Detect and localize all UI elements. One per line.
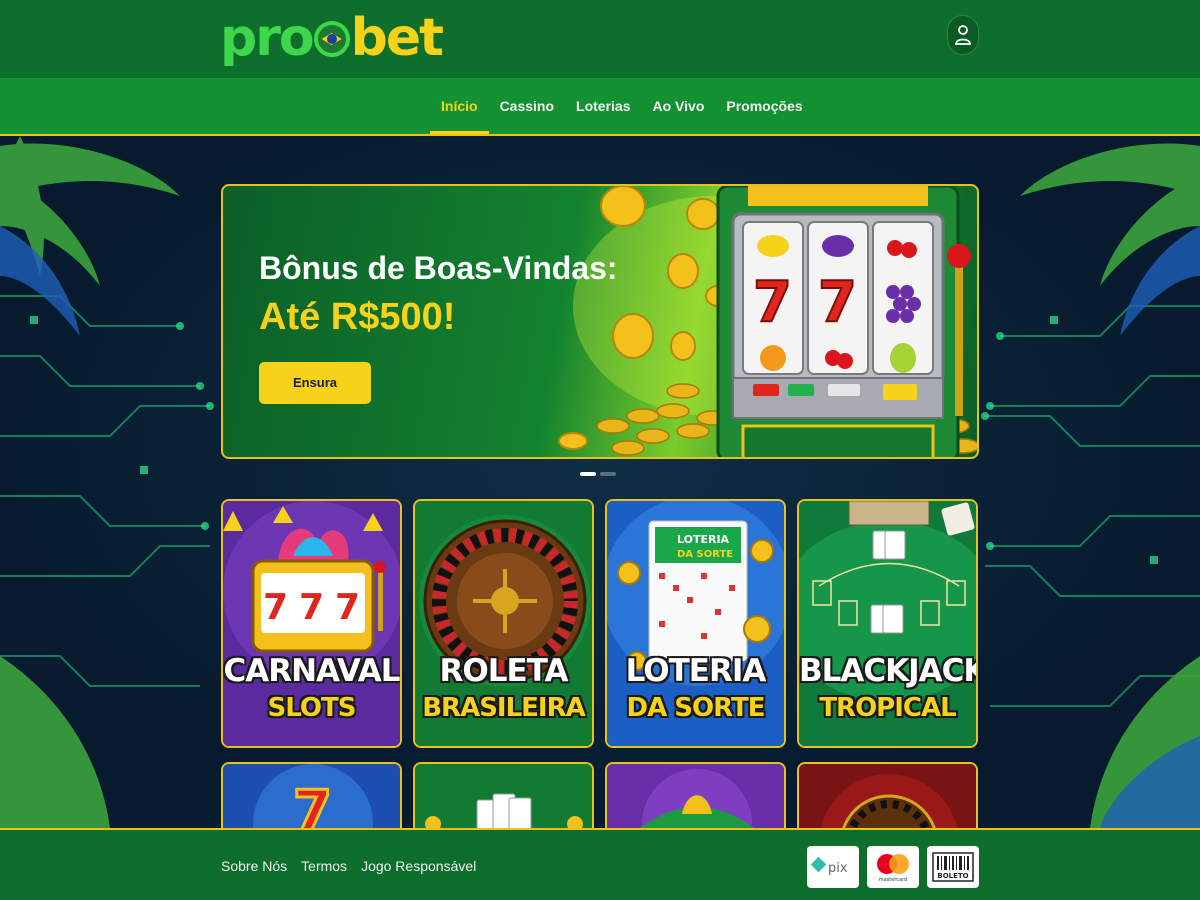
svg-text:7: 7 <box>753 270 792 335</box>
game-title-line2: SLOTS <box>267 693 357 723</box>
card-game-art <box>415 764 592 828</box>
payment-boleto: BOLETO <box>927 846 979 888</box>
roulette-art <box>799 764 976 828</box>
nav-item-inicio[interactable]: Início <box>430 78 489 134</box>
user-account-button[interactable] <box>947 15 979 55</box>
hero-title: Bônus de Boas-Vindas: <box>259 250 618 286</box>
carnival-mask-art <box>607 764 784 828</box>
brazil-globe-icon <box>313 21 350 57</box>
svg-text:7: 7 <box>818 270 857 335</box>
footer-link-termos[interactable]: Termos <box>301 830 347 900</box>
pix-icon: pix <box>810 856 848 876</box>
svg-text:7: 7 <box>299 587 324 628</box>
footer-link-jogo-responsavel[interactable]: Jogo Responsável <box>361 830 476 900</box>
main-navigation: Início Cassino Loterias Ao Vivo Promoçõe… <box>0 78 1200 136</box>
nav-item-loterias[interactable]: Loterias <box>565 78 641 134</box>
nav-item-ao-vivo[interactable]: Ao Vivo <box>642 78 716 134</box>
carousel-indicators <box>580 472 616 476</box>
footer-links: Sobre Nós Termos Jogo Responsável <box>221 830 476 900</box>
game-card-partial-4[interactable] <box>797 762 978 828</box>
nav-item-promocoes[interactable]: Promoções <box>715 78 813 134</box>
slot-machine-illustration: 7 7 <box>558 186 977 457</box>
game-title-line1: LOTERIA <box>625 653 767 689</box>
svg-text:BOLETO: BOLETO <box>937 872 968 880</box>
nav-item-cassino[interactable]: Cassino <box>489 78 565 134</box>
svg-text:7: 7 <box>263 587 288 628</box>
svg-text:DA SORTE: DA SORTE <box>677 549 733 560</box>
mastercard-icon: mastercard <box>877 854 909 883</box>
game-title-line1: BLACKJACK <box>799 653 978 689</box>
svg-text:LOTERIA: LOTERIA <box>677 533 730 546</box>
game-card-blackjack-tropical[interactable]: BLACKJACK TROPICAL <box>797 499 978 748</box>
game-title-line2: TROPICAL <box>819 693 956 723</box>
carousel-dot-2[interactable] <box>600 472 616 476</box>
game-card-loteria-da-sorte[interactable]: LOTERIA DA SORTE LOTERIA DA SORTE <box>605 499 786 748</box>
svg-text:7: 7 <box>293 779 332 828</box>
user-icon <box>955 25 971 45</box>
hero-banner[interactable]: 7 7 Bônus de Boas-Vindas: Até R$500! Ens… <box>221 184 979 459</box>
game-card-carnaval-slots[interactable]: 777 CARNAVAL SLOTS <box>221 499 402 748</box>
game-title-line1: ROLETA <box>439 653 569 689</box>
boleto-barcode-icon: BOLETO <box>932 852 974 882</box>
game-card-partial-1[interactable]: 7 <box>221 762 402 828</box>
site-footer: Sobre Nós Termos Jogo Responsável pix ma… <box>0 828 1200 900</box>
nav-menu: Início Cassino Loterias Ao Vivo Promoçõe… <box>430 78 814 134</box>
logo-text-bet: bet <box>350 8 444 68</box>
payment-mastercard: mastercard <box>867 846 919 888</box>
top-header: pro bet <box>0 0 1200 78</box>
game-card-partial-3[interactable] <box>605 762 786 828</box>
hero-subtitle: Até R$500! <box>259 296 456 338</box>
payment-pix: pix <box>807 846 859 888</box>
game-title-line2: BRASILEIRA <box>422 693 586 723</box>
game-card-partial-2[interactable] <box>413 762 594 828</box>
carousel-dot-1[interactable] <box>580 472 596 476</box>
lucky-seven-art: 7 <box>223 764 400 828</box>
game-card-roleta-brasileira[interactable]: ROLETA BRASILEIRA <box>413 499 594 748</box>
svg-text:7: 7 <box>335 587 360 628</box>
svg-text:pix: pix <box>828 861 848 876</box>
svg-text:mastercard: mastercard <box>879 877 907 883</box>
game-title-line2: DA SORTE <box>626 693 766 723</box>
hero-cta-button[interactable]: Ensura <box>259 362 371 404</box>
logo-text-pro: pro <box>220 8 315 68</box>
game-title-line1: CARNAVAL <box>223 653 400 689</box>
footer-link-sobre-nos[interactable]: Sobre Nós <box>221 830 287 900</box>
probet-logo[interactable]: pro bet <box>220 6 444 70</box>
